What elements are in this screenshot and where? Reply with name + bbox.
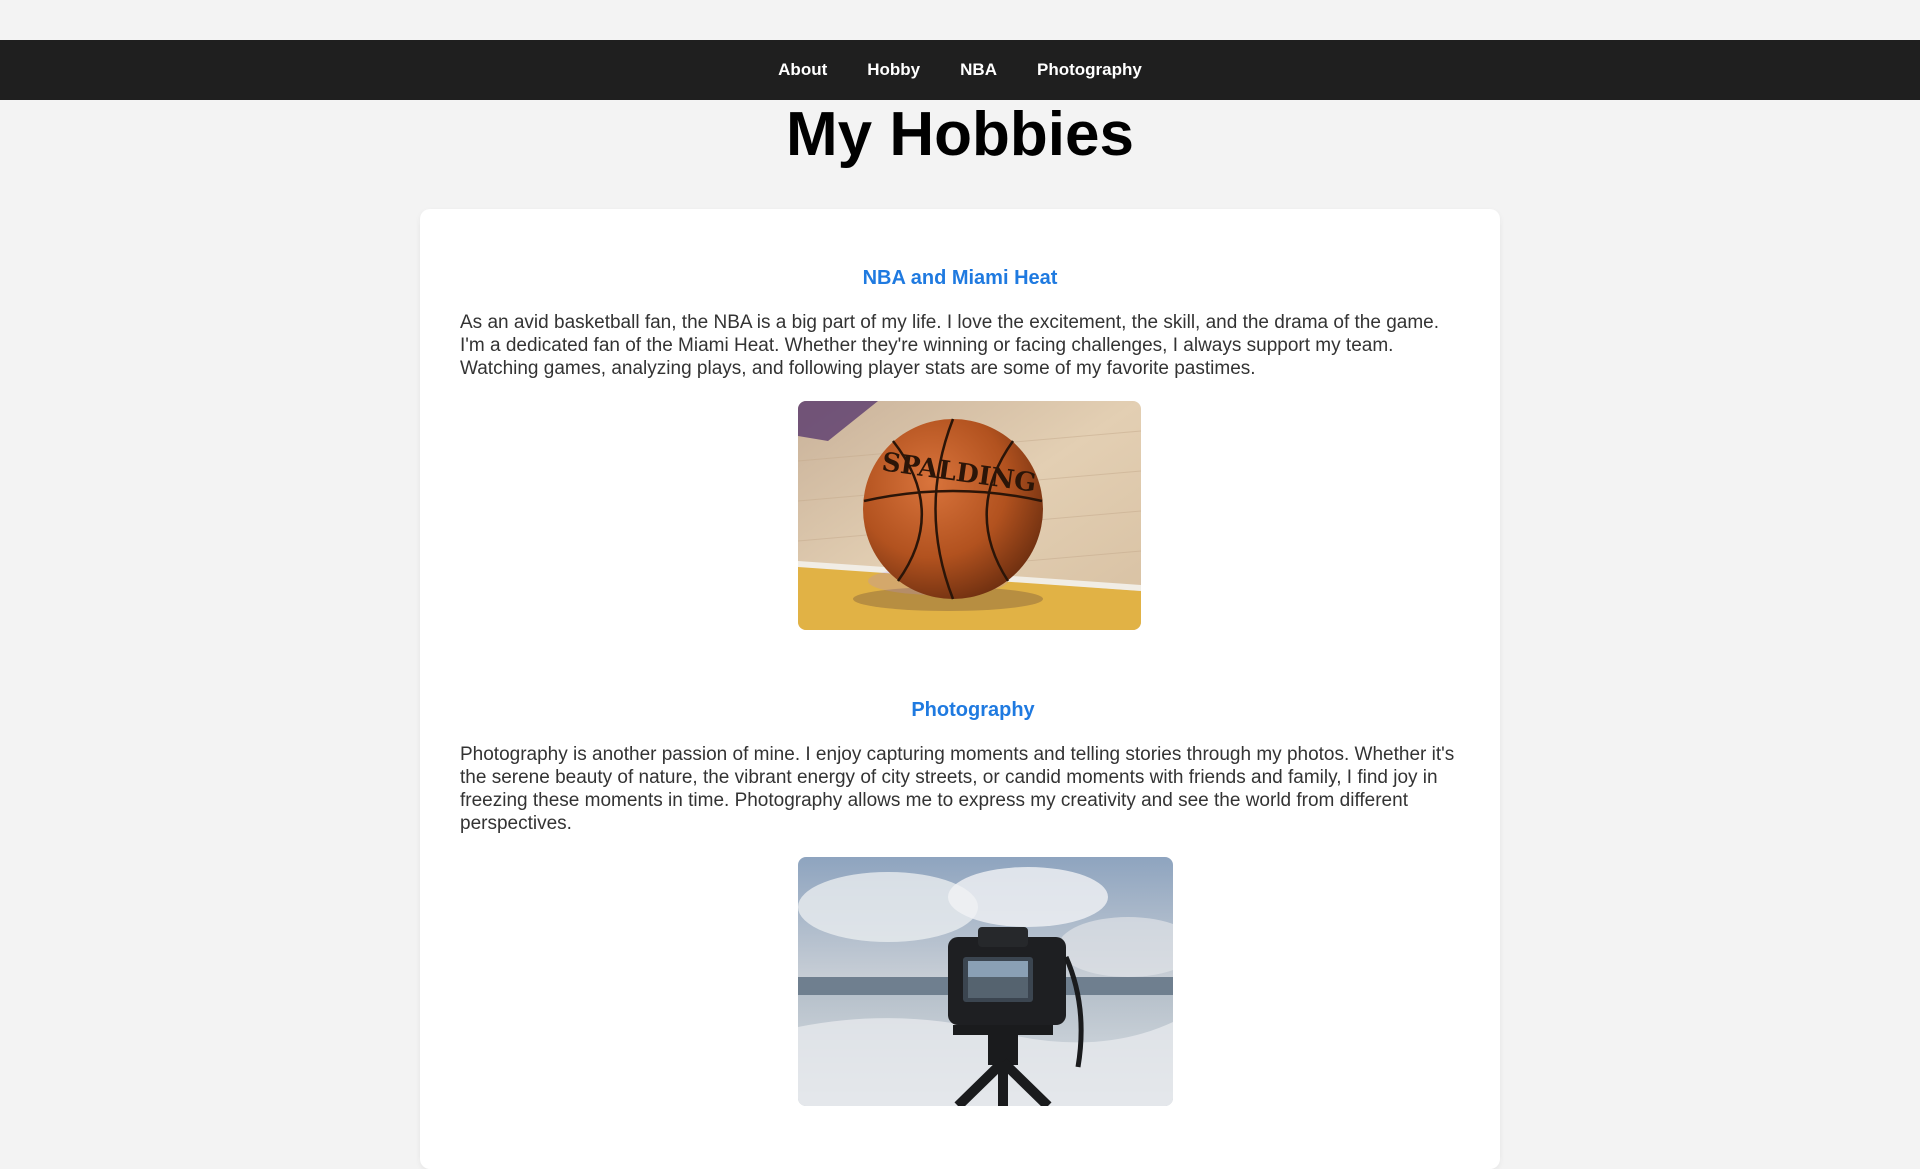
- section-title-photography: Photography: [911, 699, 1035, 721]
- nav-link-nba[interactable]: NBA: [960, 60, 997, 80]
- nav-link-hobby[interactable]: Hobby: [867, 60, 920, 80]
- nav-link-about[interactable]: About: [778, 60, 827, 80]
- section-text-photography: Photography is another passion of mine. …: [460, 744, 1455, 834]
- top-navbar: About Hobby NBA Photography: [0, 40, 1920, 100]
- hobbies-card: NBA and Miami Heat As an avid basketball…: [420, 209, 1500, 1169]
- camera-image: [798, 857, 1173, 1106]
- basketball-image: SPALDING: [798, 401, 1141, 630]
- nav-link-photography[interactable]: Photography: [1037, 60, 1142, 80]
- section-title-nba: NBA and Miami Heat: [862, 267, 1058, 289]
- page-title: My Hobbies: [786, 100, 1134, 169]
- section-text-nba: As an avid basketball fan, the NBA is a …: [460, 312, 1440, 379]
